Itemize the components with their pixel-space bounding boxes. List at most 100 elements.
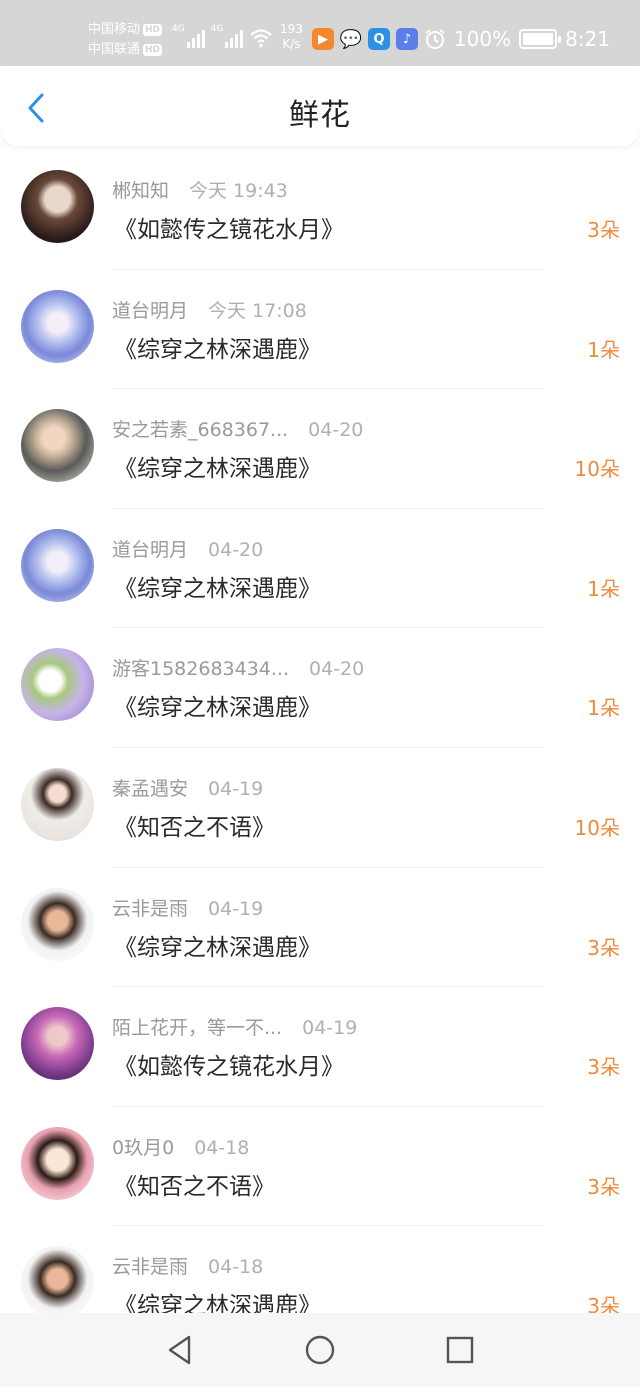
item-meta: 安之若素_668367... 04-20 bbox=[112, 415, 363, 442]
timestamp: 今天 17:08 bbox=[208, 299, 307, 322]
flower-count: 1朵 bbox=[587, 696, 620, 721]
network-speed: 193 K/s bbox=[280, 22, 303, 51]
reader-name[interactable]: 秦孟遇安 bbox=[112, 774, 188, 801]
timestamp: 04-19 bbox=[302, 1017, 358, 1040]
carrier-info: 中国移动 HD 中国联通 HD bbox=[88, 20, 163, 60]
network-type: 4G bbox=[210, 24, 224, 34]
notification-icons: ▶ 💬 Q ♪ bbox=[312, 28, 418, 50]
book-title[interactable]: 《知否之不语》 bbox=[114, 808, 275, 842]
reader-name[interactable]: 安之若素_668367... bbox=[112, 415, 288, 442]
list-item[interactable]: 道台明月 04-20 《综穿之林深遇鹿》 1朵 bbox=[0, 509, 640, 629]
reader-name[interactable]: 郴知知 bbox=[112, 176, 169, 203]
timestamp: 04-19 bbox=[208, 897, 264, 920]
book-title[interactable]: 《综穿之林深遇鹿》 bbox=[114, 330, 321, 364]
flower-count: 3朵 bbox=[587, 218, 620, 242]
list-item[interactable]: 0玖月0 04-18 《知否之不语》 3朵 bbox=[0, 1107, 640, 1227]
book-title[interactable]: 《如懿传之镜花水月》 bbox=[114, 210, 344, 244]
music-app-icon: ♪ bbox=[396, 28, 418, 50]
avatar[interactable] bbox=[21, 528, 94, 602]
wechat-icon: 💬 bbox=[339, 28, 363, 50]
system-nav-bar bbox=[0, 1313, 640, 1387]
battery-percent: 100% bbox=[453, 27, 512, 51]
reader-name[interactable]: 云非是雨 bbox=[112, 1252, 188, 1279]
timestamp: 04-19 bbox=[208, 777, 264, 800]
alarm-icon bbox=[425, 29, 445, 49]
battery-icon bbox=[519, 29, 562, 49]
timestamp: 今天 19:43 bbox=[189, 180, 288, 202]
reader-name[interactable]: 云非是雨 bbox=[112, 894, 188, 921]
reader-name[interactable]: 0玖月0 bbox=[112, 1133, 174, 1160]
flower-count: 10朵 bbox=[574, 815, 620, 840]
list-item[interactable]: 云非是雨 04-19 《综穿之林深遇鹿》 3朵 bbox=[0, 868, 640, 988]
square-recents-icon bbox=[446, 1336, 474, 1364]
item-meta: 道台明月 今天 17:08 bbox=[112, 296, 307, 323]
flower-count: 3朵 bbox=[587, 1174, 620, 1199]
book-title[interactable]: 《知否之不语》 bbox=[114, 1167, 275, 1201]
flower-list[interactable]: 郴知知 今天 19:43 《如懿传之镜花水月》 3朵 道台明月 今天 17:08… bbox=[0, 150, 640, 1313]
timestamp: 04-20 bbox=[208, 538, 264, 561]
nav-recents-button[interactable] bbox=[435, 1325, 485, 1375]
avatar[interactable] bbox=[21, 767, 94, 841]
reader-name[interactable]: 道台明月 bbox=[112, 296, 188, 323]
nav-home-button[interactable] bbox=[295, 1325, 345, 1375]
clock: 8:21 bbox=[565, 27, 610, 51]
signal-indicators: 4G 4G bbox=[172, 24, 273, 48]
avatar[interactable] bbox=[21, 887, 94, 961]
flower-count: 3朵 bbox=[587, 1055, 620, 1080]
item-meta: 道台明月 04-20 bbox=[112, 535, 263, 562]
status-right: 100% 8:21 bbox=[424, 27, 610, 51]
avatar[interactable] bbox=[21, 648, 94, 722]
timestamp: 04-18 bbox=[194, 1136, 250, 1159]
triangle-back-icon bbox=[168, 1335, 191, 1365]
signal-icon bbox=[186, 26, 205, 48]
item-meta: 云非是雨 04-18 bbox=[112, 1252, 263, 1279]
avatar[interactable] bbox=[21, 409, 94, 483]
item-meta: 陌上花开，等一不... 04-19 bbox=[112, 1013, 357, 1040]
flower-count: 1朵 bbox=[587, 576, 620, 601]
flower-count: 3朵 bbox=[587, 935, 620, 960]
avatar[interactable] bbox=[21, 1246, 94, 1313]
book-title[interactable]: 《综穿之林深遇鹿》 bbox=[114, 1286, 321, 1313]
timestamp: 04-18 bbox=[208, 1256, 264, 1279]
avatar[interactable] bbox=[21, 1126, 94, 1200]
status-bar: 中国移动 HD 中国联通 HD 4G 4G 193 K/s ▶ 💬 Q ♪ 10… bbox=[0, 0, 640, 66]
hd-badge: HD bbox=[143, 24, 163, 36]
book-title[interactable]: 《综穿之林深遇鹿》 bbox=[114, 928, 321, 962]
flower-count: 3朵 bbox=[587, 1294, 620, 1313]
book-title[interactable]: 《综穿之林深遇鹿》 bbox=[114, 569, 321, 603]
list-item[interactable]: 秦孟遇安 04-19 《知否之不语》 10朵 bbox=[0, 748, 640, 868]
item-meta: 秦孟遇安 04-19 bbox=[112, 774, 263, 801]
avatar[interactable] bbox=[21, 289, 94, 363]
list-item[interactable]: 道台明月 今天 17:08 《综穿之林深遇鹿》 1朵 bbox=[0, 270, 640, 390]
book-title[interactable]: 《如懿传之镜花水月》 bbox=[114, 1047, 344, 1081]
list-item[interactable]: 陌上花开，等一不... 04-19 《如懿传之镜花水月》 3朵 bbox=[0, 987, 640, 1107]
carrier-2: 中国联通 bbox=[88, 42, 141, 57]
page-title: 鲜花 bbox=[289, 98, 351, 133]
list-item[interactable]: 云非是雨 04-18 《综穿之林深遇鹿》 3朵 bbox=[0, 1226, 640, 1313]
avatar[interactable] bbox=[21, 170, 94, 243]
flower-count: 10朵 bbox=[574, 457, 620, 482]
video-app-icon: ▶ bbox=[312, 28, 334, 50]
circle-home-icon bbox=[305, 1335, 335, 1365]
hd-badge: HD bbox=[143, 44, 163, 56]
list-item[interactable]: 郴知知 今天 19:43 《如懿传之镜花水月》 3朵 bbox=[0, 150, 640, 270]
list-item[interactable]: 游客1582683434... 04-20 《综穿之林深遇鹿》 1朵 bbox=[0, 628, 640, 748]
flower-count: 1朵 bbox=[587, 337, 620, 362]
avatar[interactable] bbox=[21, 1007, 94, 1081]
reader-name[interactable]: 游客1582683434... bbox=[112, 654, 289, 681]
network-type: 4G bbox=[172, 24, 185, 34]
list-item[interactable]: 安之若素_668367... 04-20 《综穿之林深遇鹿》 10朵 bbox=[0, 389, 640, 509]
reader-name[interactable]: 道台明月 bbox=[112, 535, 188, 562]
book-title[interactable]: 《综穿之林深遇鹿》 bbox=[114, 449, 321, 483]
reader-name[interactable]: 陌上花开，等一不... bbox=[112, 1013, 282, 1040]
item-meta: 游客1582683434... 04-20 bbox=[112, 654, 364, 681]
book-title[interactable]: 《综穿之林深遇鹿》 bbox=[114, 688, 321, 722]
item-meta: 郴知知 今天 19:43 bbox=[112, 176, 288, 203]
timestamp: 04-20 bbox=[308, 419, 364, 442]
signal-icon bbox=[225, 26, 244, 48]
item-meta: 0玖月0 04-18 bbox=[112, 1133, 249, 1160]
wifi-icon bbox=[250, 29, 273, 48]
timestamp: 04-20 bbox=[309, 658, 365, 681]
nav-back-button[interactable] bbox=[155, 1325, 205, 1375]
item-meta: 云非是雨 04-19 bbox=[112, 894, 263, 921]
